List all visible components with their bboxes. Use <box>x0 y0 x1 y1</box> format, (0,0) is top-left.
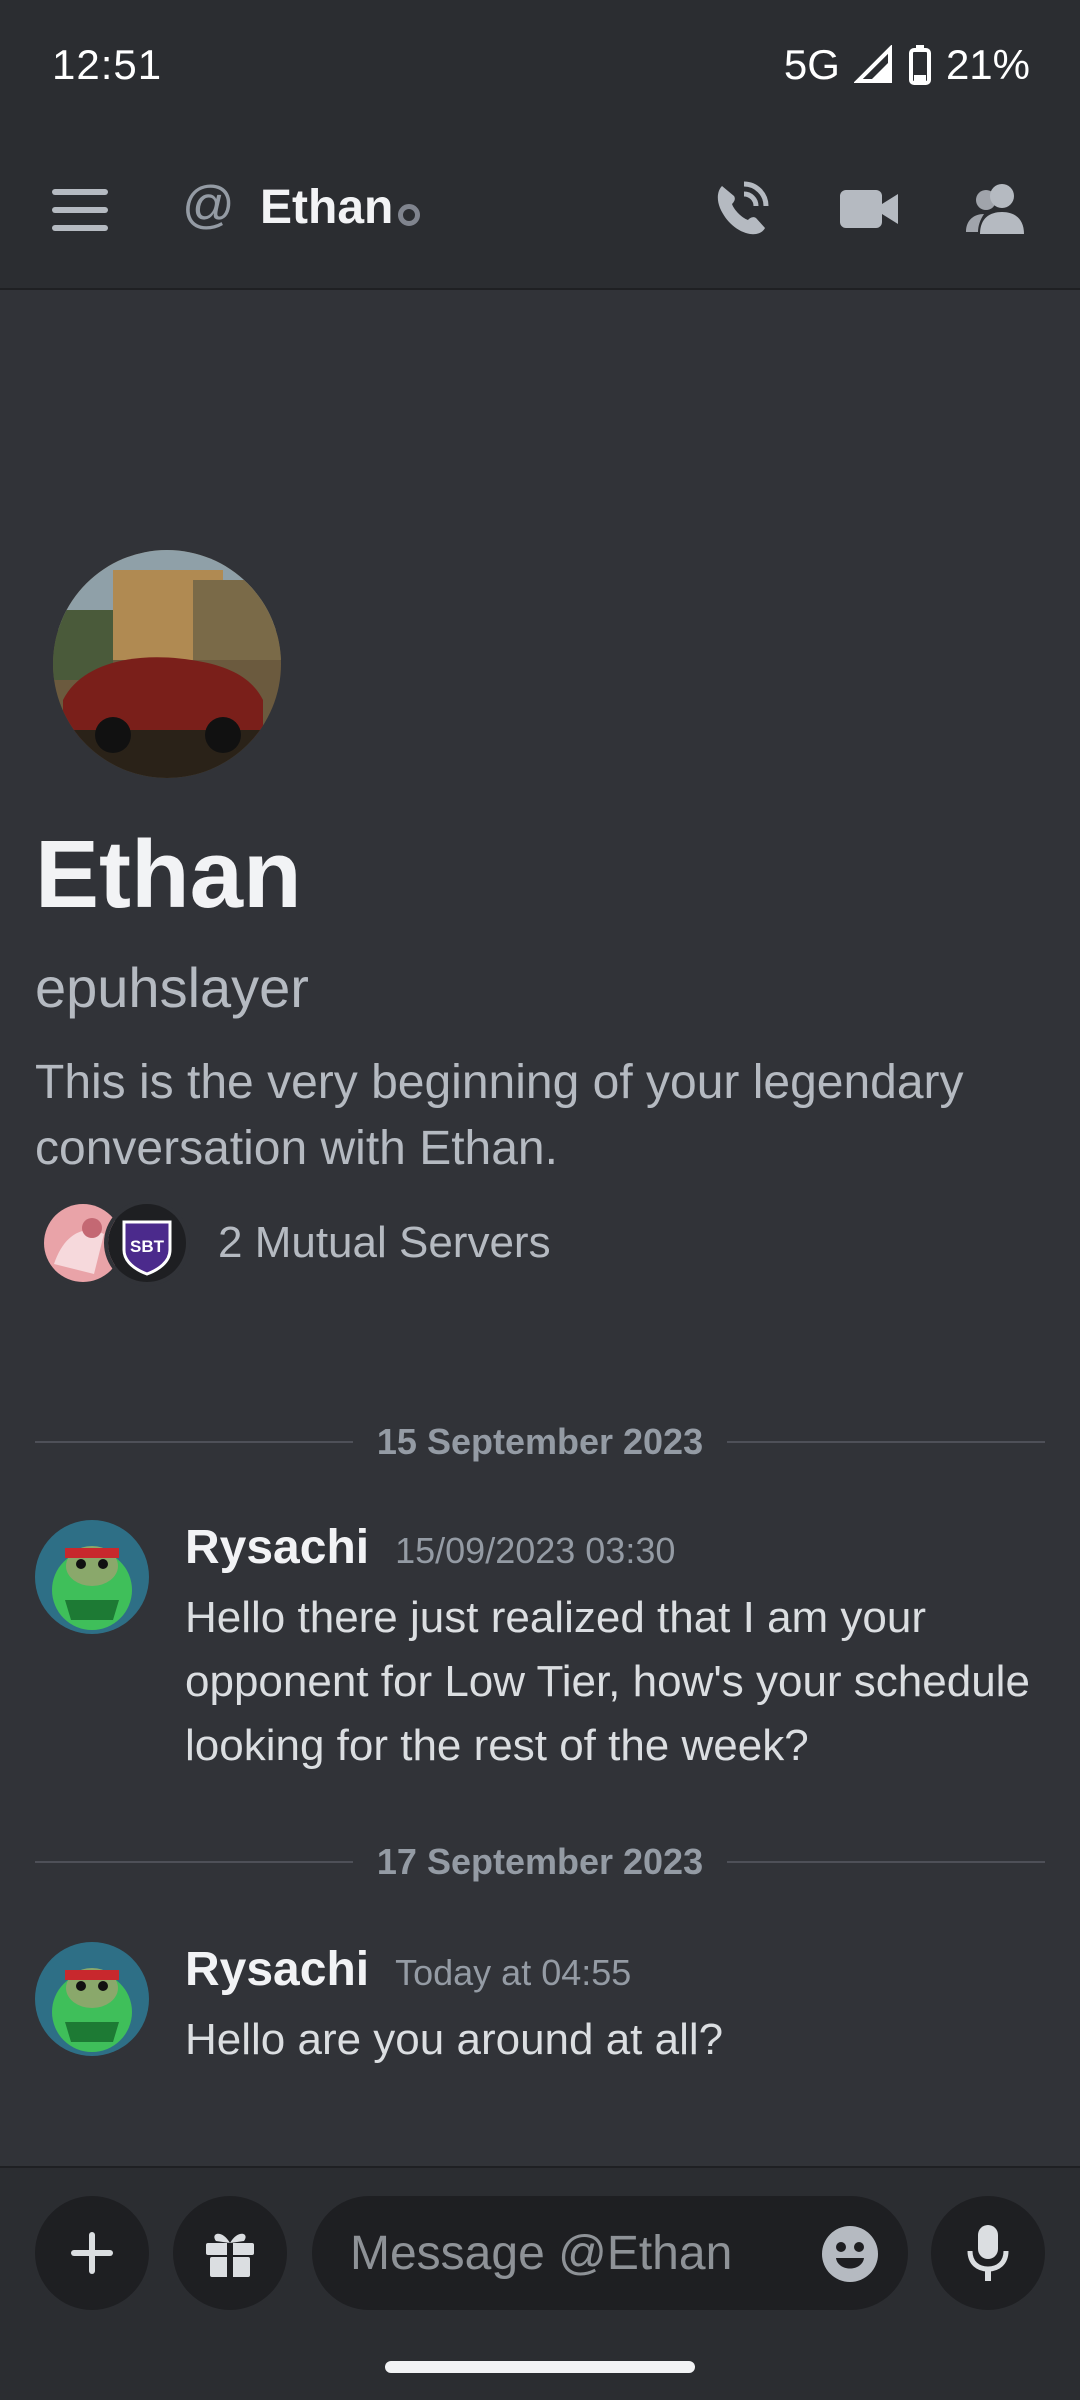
author-avatar[interactable] <box>35 1942 149 2056</box>
profile-avatar[interactable] <box>53 550 281 778</box>
message-author[interactable]: Rysachi <box>185 1942 369 1997</box>
author-avatar[interactable] <box>35 1520 149 1634</box>
voice-message-button[interactable] <box>931 2196 1045 2310</box>
message-text: Hello there just realized that I am your… <box>185 1593 1030 1770</box>
battery-icon <box>908 45 931 85</box>
attach-button[interactable] <box>35 2196 149 2310</box>
microphone-icon <box>967 2225 1009 2281</box>
emoji-icon[interactable] <box>820 2224 880 2284</box>
status-indicators: 5G 21% <box>784 41 1030 89</box>
plus-icon <box>71 2232 113 2274</box>
status-time: 12:51 <box>52 41 163 88</box>
video-call-icon[interactable] <box>838 176 900 242</box>
at-icon: @ <box>182 176 235 234</box>
battery-label: 21% <box>945 41 1030 88</box>
members-icon[interactable] <box>962 176 1028 242</box>
dm-screen: 12:51 5G 21% @ Ethan Ethan epuhslayer Th… <box>0 0 1080 2400</box>
signal-icon <box>853 45 892 83</box>
message-timestamp: 15/09/2023 03:30 <box>395 1530 676 1571</box>
gift-button[interactable] <box>173 2196 287 2310</box>
message-author[interactable]: Rysachi <box>185 1520 369 1575</box>
message-input-container[interactable] <box>312 2196 908 2310</box>
mutual-servers[interactable]: SBT 2 Mutual Servers <box>40 1200 551 1286</box>
sbt-badge-text: SBT <box>130 1237 165 1256</box>
message-timestamp: Today at 04:55 <box>395 1952 632 1993</box>
date-divider-label: 15 September 2023 <box>376 1421 704 1462</box>
profile-display-name: Ethan <box>35 821 302 928</box>
status-bar: 12:51 5G 21% <box>0 0 1080 130</box>
date-divider: 15 September 2023 <box>35 1412 1046 1472</box>
date-divider: 17 September 2023 <box>35 1832 1046 1892</box>
profile-username: epuhslayer <box>35 956 309 1019</box>
date-divider-label: 17 September 2023 <box>376 1841 704 1882</box>
offline-status-dot <box>398 204 420 226</box>
conversation-intro-text: This is the very beginning of your legen… <box>35 1056 964 1175</box>
channel-header: @ Ethan <box>0 130 1080 290</box>
server-icon-sbt: SBT <box>104 1200 190 1286</box>
message-item[interactable]: Rysachi Today at 04:55 Hello are you aro… <box>35 1942 1045 2082</box>
gift-icon <box>206 2233 254 2277</box>
network-label: 5G <box>783 41 840 88</box>
mutual-servers-label: 2 Mutual Servers <box>218 1218 551 1267</box>
message-item[interactable]: Rysachi 15/09/2023 03:30 Hello there jus… <box>35 1520 1045 1780</box>
phone-call-icon[interactable] <box>708 176 774 242</box>
message-input[interactable] <box>350 2225 790 2281</box>
home-indicator[interactable] <box>385 2361 695 2373</box>
header-username[interactable]: Ethan <box>260 180 393 235</box>
message-text: Hello are you around at all? <box>185 2015 724 2064</box>
menu-icon[interactable] <box>52 185 108 235</box>
